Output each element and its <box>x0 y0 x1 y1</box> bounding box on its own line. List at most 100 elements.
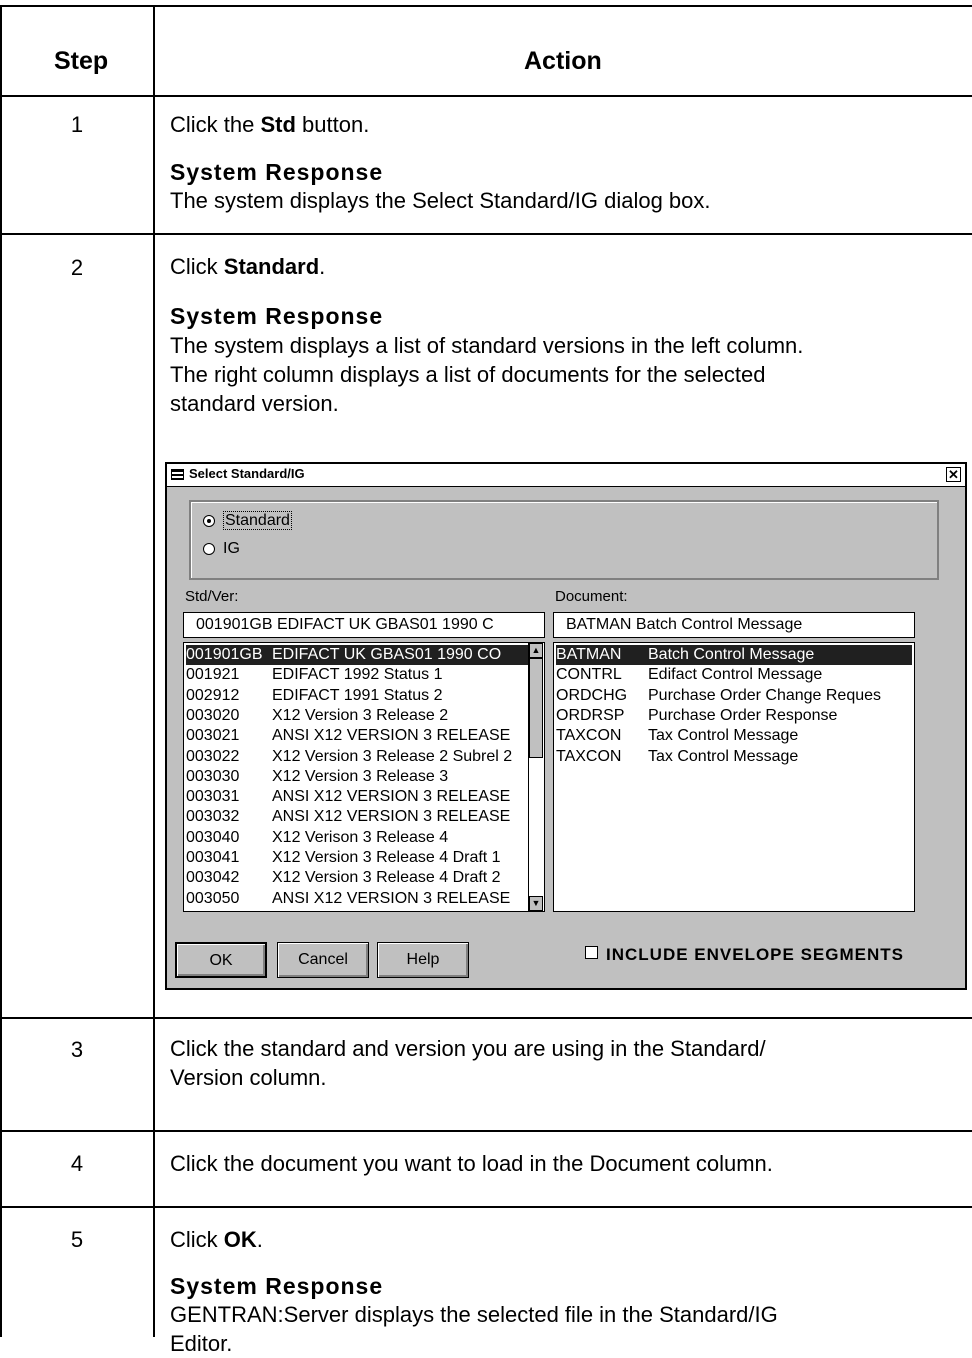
document-list-item[interactable]: TAXCON Tax Control Message <box>556 747 912 767</box>
radio-ig-label: IG <box>223 540 240 557</box>
column-header-action: Action <box>524 47 602 75</box>
system-response-heading: System Response <box>170 159 384 185</box>
stdver-list-item[interactable]: 002912 EDIFACT 1991 Status 2 <box>186 686 528 706</box>
document-list-item-code: ORDRSP <box>556 706 625 724</box>
instruction-keyword: OK <box>223 1227 257 1252</box>
table-header-divider <box>0 95 972 97</box>
close-icon[interactable]: ✕ <box>946 467 961 482</box>
include-envelope-label: INCLUDE ENVELOPE SEGMENTS <box>606 945 904 964</box>
stdver-list-item[interactable]: 003030 X12 Version 3 Release 3 <box>186 767 528 787</box>
stdver-list-item-code: 001921 <box>186 666 240 684</box>
step-instruction: Click the Std button. <box>170 110 369 139</box>
document-list-item-description: Purchase Order Response <box>648 706 838 724</box>
stdver-list-item-code: 003042 <box>186 869 240 887</box>
system-response-text: GENTRAN:Server displays the selected fil… <box>170 1302 778 1327</box>
dialog-title-bar: Select Standard/IG ✕ <box>167 464 965 487</box>
stdver-scrollbar[interactable]: ▲ ▼ <box>528 643 544 911</box>
stdver-list-item-code: 003040 <box>186 828 240 846</box>
stdver-list-item-description: EDIFACT UK GBAS01 1990 CO <box>272 646 502 663</box>
document-list-item-code: TAXCON <box>556 747 622 765</box>
instruction-keyword: Std <box>260 112 296 137</box>
instruction-keyword: Standard <box>223 254 320 279</box>
step-number: 4 <box>70 1151 84 1176</box>
stdver-list-item[interactable]: 003020 X12 Version 3 Release 2 <box>186 706 528 726</box>
scroll-thumb[interactable] <box>529 658 543 758</box>
stdver-list-item-description: X12 Version 3 Release 4 Draft 2 <box>272 869 501 887</box>
document-list-item[interactable]: ORDRSP Purchase Order Response <box>556 706 912 726</box>
document-list-item[interactable]: TAXCON Tax Control Message <box>556 726 912 746</box>
stdver-list-item[interactable]: 003031 ANSI X12 VERSION 3 RELEASE <box>186 787 528 807</box>
stdver-list-item[interactable]: 003041 X12 Version 3 Release 4 Draft 1 <box>186 848 528 868</box>
stdver-list-item-code: 003050 <box>186 889 240 907</box>
document-list-item[interactable]: CONTRL Edifact Control Message <box>556 665 912 685</box>
stdver-list-item-code: 003030 <box>186 767 240 785</box>
help-button[interactable]: Help <box>377 942 469 978</box>
stdver-list-item[interactable]: 003032 ANSI X12 VERSION 3 RELEASE <box>186 807 528 827</box>
stdver-list-item[interactable]: 003042 X12 Version 3 Release 4 Draft 2 <box>186 868 528 888</box>
row-divider <box>0 1130 972 1132</box>
stdver-list[interactable]: ▲ ▼ 001901GB EDIFACT UK GBAS01 1990 CO 001… <box>183 642 545 912</box>
cancel-button[interactable]: Cancel <box>277 942 369 978</box>
instruction-text: Click the <box>170 112 261 137</box>
stdver-list-item[interactable]: 003021 ANSI X12 VERSION 3 RELEASE <box>186 726 528 746</box>
scroll-up-icon[interactable]: ▲ <box>529 643 543 658</box>
system-response-text: The system displays a list of standard v… <box>170 333 804 358</box>
table-left-border <box>0 5 2 1337</box>
stdver-list-item[interactable]: 003050 ANSI X12 VERSION 3 RELEASE <box>186 889 528 909</box>
table-column-divider <box>153 5 155 1337</box>
stdver-list-item-description: X12 Verison 3 Release 4 <box>272 828 449 846</box>
stdver-list-item-code: 001901GB <box>186 646 263 663</box>
stdver-list-item-code: 002912 <box>186 686 240 704</box>
document-list-item-description: Purchase Order Change Reques <box>648 686 882 704</box>
system-response-text: The system displays the Select Standard/… <box>170 188 711 213</box>
stdver-list-item[interactable]: 001901GB EDIFACT UK GBAS01 1990 CO <box>186 645 528 665</box>
stdver-list-item-description: X12 Version 3 Release 3 <box>272 767 449 785</box>
document-list-item-code: CONTRL <box>556 666 622 684</box>
stdver-list-item-description: ANSI X12 VERSION 3 RELEASE <box>272 889 511 907</box>
step-instruction: Click OK. <box>170 1225 263 1254</box>
document-list-item-code: BATMAN <box>556 646 622 663</box>
stdver-list-item-description: EDIFACT 1992 Status 1 <box>272 666 443 684</box>
stdver-list-item-description: ANSI X12 VERSION 3 RELEASE <box>272 727 511 745</box>
include-envelope-checkbox[interactable]: INCLUDE ENVELOPE SEGMENTS <box>585 942 904 968</box>
document-label: Document: <box>555 588 628 605</box>
stdver-list-item-code: 003041 <box>186 849 240 866</box>
document-list[interactable]: BATMAN Batch Control Message CONTRL Edifact… <box>553 642 915 912</box>
document-field[interactable]: BATMAN Batch Control Message <box>553 612 915 638</box>
table-top-border <box>0 5 972 7</box>
step-number: 2 <box>70 255 84 280</box>
radio-selected-icon <box>203 514 215 527</box>
scroll-down-icon[interactable]: ▼ <box>529 896 543 911</box>
stdver-list-item-description: X12 Version 3 Release 4 Draft 1 <box>272 849 501 866</box>
radio-standard[interactable]: Standard <box>203 511 292 530</box>
system-menu-icon[interactable] <box>171 469 184 480</box>
radio-unselected-icon <box>203 542 215 555</box>
document-list-item-code: ORDCHG <box>556 686 628 704</box>
standard-ig-radio-group: Standard IG <box>189 500 939 580</box>
dialog-title: Select Standard/IG <box>189 466 305 481</box>
stdver-list-item[interactable]: 003022 X12 Version 3 Release 2 Subrel 2 <box>186 747 528 767</box>
document-list-item[interactable]: ORDCHG Purchase Order Change Reques <box>556 686 912 706</box>
stdver-list-item-description: ANSI X12 VERSION 3 RELEASE <box>272 808 511 826</box>
stdver-field[interactable]: 001901GB EDIFACT UK GBAS01 1990 C <box>183 612 545 638</box>
stdver-list-item-code: 003032 <box>186 808 240 826</box>
row-divider <box>0 233 972 235</box>
stdver-list-item[interactable]: 001921 EDIFACT 1992 Status 1 <box>186 665 528 685</box>
stdver-label: Std/Ver: <box>185 588 239 605</box>
step-instruction: Click the standard and version you are u… <box>170 1036 766 1061</box>
stdver-list-item-description: X12 Version 3 Release 2 <box>272 706 449 724</box>
document-list-item[interactable]: BATMAN Batch Control Message <box>556 645 912 665</box>
system-response-text: The right column displays a list of docu… <box>170 362 766 387</box>
document-list-item-code: TAXCON <box>556 727 622 745</box>
step-instruction: Click the document you want to load in t… <box>170 1151 773 1176</box>
stdver-list-item-code: 003031 <box>186 788 240 806</box>
row-divider <box>0 1206 972 1208</box>
ok-button[interactable]: OK <box>175 942 267 978</box>
instruction-text: . <box>319 254 326 279</box>
stdver-list-item-code: 003022 <box>186 747 240 765</box>
instruction-text: Click <box>170 1227 224 1252</box>
radio-ig[interactable]: IG <box>203 540 240 558</box>
stdver-list-item[interactable]: 003040 X12 Verison 3 Release 4 <box>186 828 528 848</box>
system-response-text: standard version. <box>170 391 339 416</box>
stdver-list-item-description: ANSI X12 VERSION 3 RELEASE <box>272 788 511 806</box>
